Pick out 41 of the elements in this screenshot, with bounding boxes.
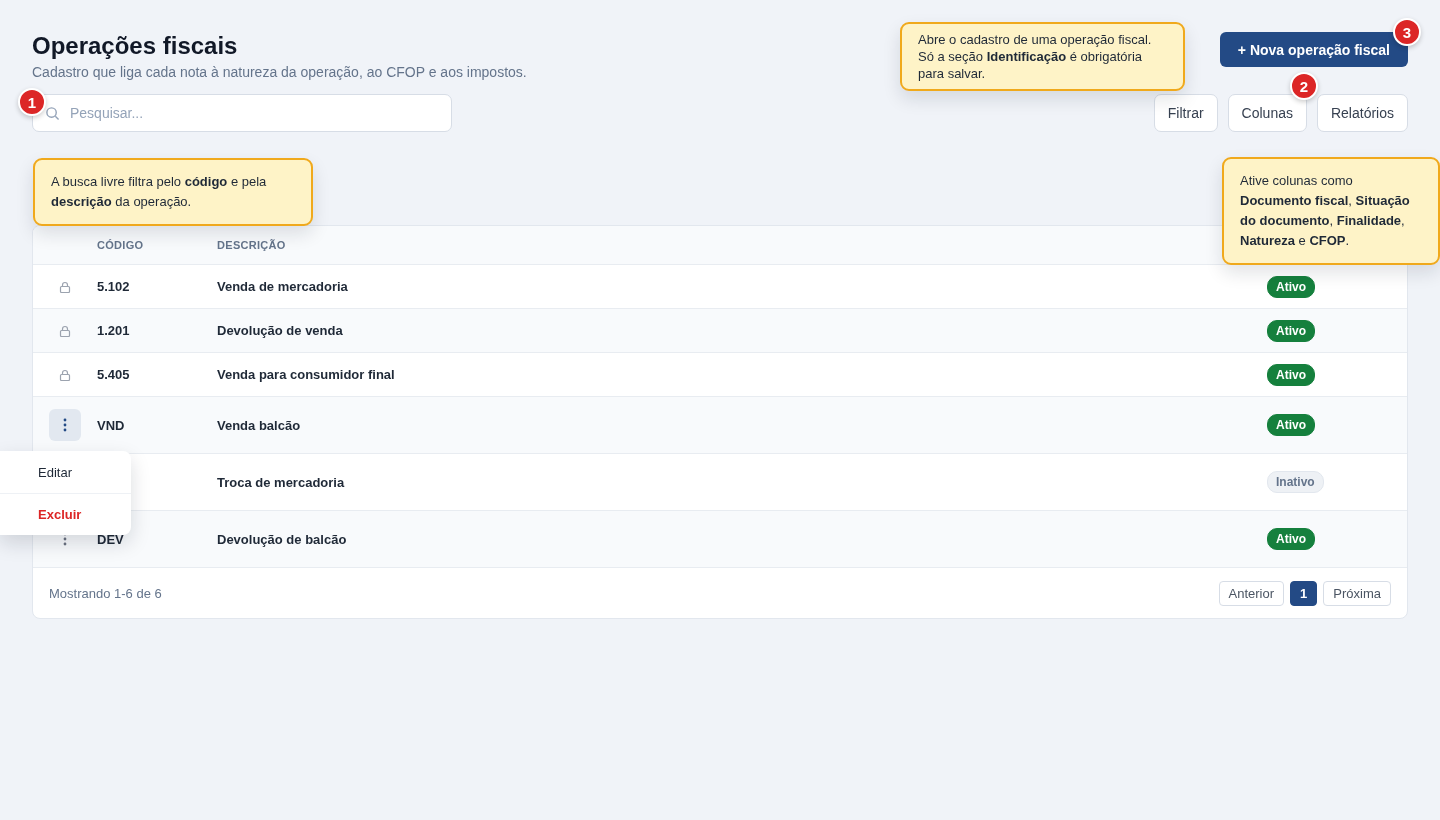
table-cell-text: Venda para consumidor final xyxy=(217,367,396,382)
results-summary: Mostrando 1-6 de 6 xyxy=(49,585,162,601)
search-icon xyxy=(45,105,60,121)
next-page-button[interactable]: Próxima xyxy=(1323,580,1391,606)
toolbar-button[interactable]: Filtrar xyxy=(1153,94,1218,132)
page-subtitle: Cadastro que liga cada nota à natureza da operação, ao CFOP e aos impostos. xyxy=(32,64,527,80)
column-header: CÓDIGO xyxy=(97,239,145,251)
status-badge: Ativo xyxy=(1267,275,1315,298)
status-badge: Ativo xyxy=(1267,414,1315,436)
callout-tooltip: A busca livre filtra pelo código e pela descrição da operação. xyxy=(33,158,313,226)
status-badge: Ativo xyxy=(1267,528,1315,550)
toolbar-button[interactable]: Colunas xyxy=(1227,94,1307,132)
status-badge: Inativo xyxy=(1267,471,1324,493)
previous-page-button[interactable]: Anterior xyxy=(1218,580,1285,606)
vertical-dots-icon xyxy=(63,418,67,432)
table-cell-text: VND xyxy=(97,417,126,433)
table-cell-text: Venda balcão xyxy=(217,417,302,433)
status-badge: Ativo xyxy=(1267,363,1315,386)
table-cell-text: Devolução de balcão xyxy=(217,531,348,547)
more-options-button[interactable] xyxy=(49,409,81,441)
toolbar-button[interactable]: Relatórios xyxy=(1316,94,1408,132)
table-cell-text: 5.405 xyxy=(97,367,131,382)
table-cell-text: Troca de mercadoria xyxy=(217,474,346,490)
lock-icon xyxy=(59,368,71,381)
lock-icon xyxy=(59,324,71,337)
search-input[interactable]: Pesquisar... xyxy=(68,104,439,122)
step-number-badge: 2 xyxy=(1290,72,1318,100)
table-cell-text: 5.102 xyxy=(97,279,131,294)
page-title: Operações fiscais xyxy=(32,32,239,60)
table-cell-text: Venda de mercadoria xyxy=(217,279,349,294)
table-cell-text: Devolução de venda xyxy=(217,323,344,338)
page-button[interactable]: 1 xyxy=(1290,580,1318,606)
step-number-badge: 3 xyxy=(1393,18,1421,46)
lock-icon xyxy=(59,280,71,293)
status-badge: Ativo xyxy=(1267,319,1315,342)
delete-menu-item[interactable]: Excluir xyxy=(0,493,131,535)
step-number-badge: 1 xyxy=(18,88,46,116)
table-cell-text: 1.201 xyxy=(97,323,131,338)
callout-tooltip: Abre o cadastro de uma operação fiscal. Só a seção Identificação é obrigatória para salvar. xyxy=(900,22,1185,91)
edit-menu-item[interactable]: Editar xyxy=(0,451,131,493)
callout-tooltip: Ative colunas como Documento fiscal, Situação do documento, Finalidade, Natureza e CFOP. xyxy=(1222,157,1440,265)
